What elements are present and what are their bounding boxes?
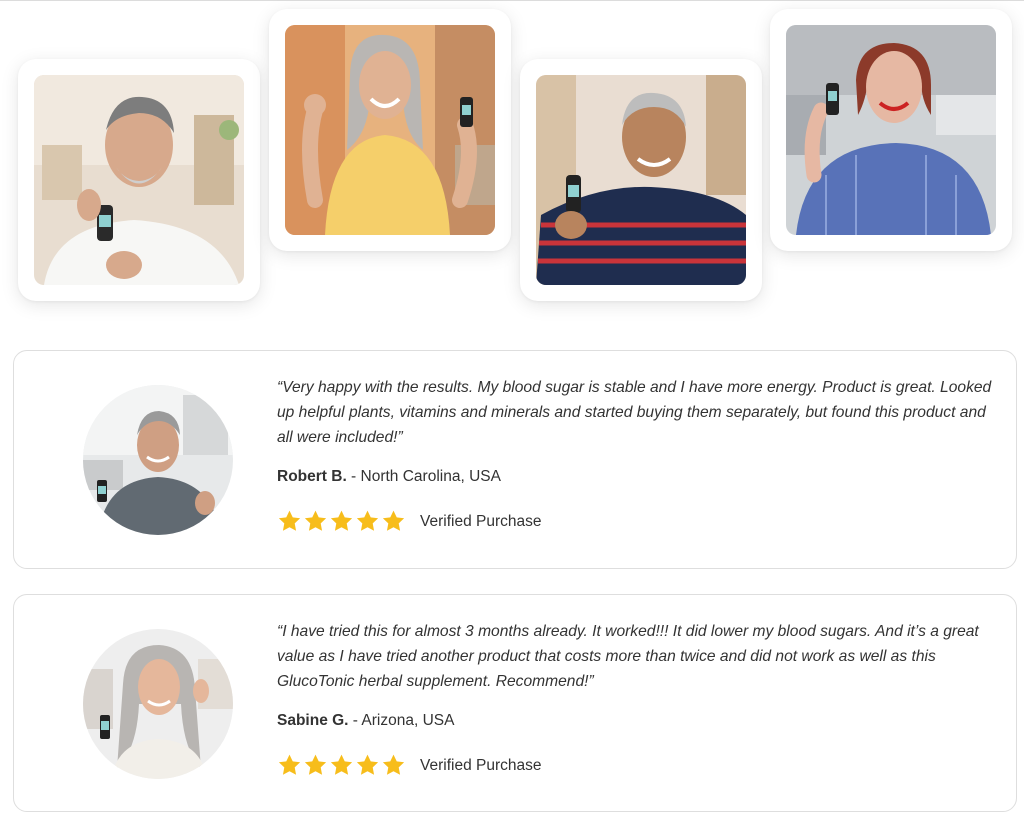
star-rating xyxy=(277,753,406,778)
reviewer-location: - North Carolina, USA xyxy=(346,468,501,485)
reviewer-name: Sabine G. xyxy=(277,712,349,729)
star-rating xyxy=(277,509,406,534)
star-icon xyxy=(278,754,301,775)
customer-photo xyxy=(34,75,244,285)
review-quote: “I have tried this for almost 3 months a… xyxy=(277,623,979,690)
verified-purchase-label: Verified Purchase xyxy=(420,512,542,530)
gallery-photo-frame xyxy=(520,59,762,301)
star-icon xyxy=(278,510,301,531)
star-icon xyxy=(356,510,379,531)
customer-photo xyxy=(285,25,495,235)
star-icon xyxy=(330,754,353,775)
customer-photo xyxy=(786,25,996,235)
verified-purchase-label: Verified Purchase xyxy=(420,756,542,774)
star-icon xyxy=(304,754,327,775)
reviewer-avatar xyxy=(83,385,233,535)
star-icon xyxy=(356,754,379,775)
reviewer-location: - Arizona, USA xyxy=(348,712,455,729)
reviewer-name: Robert B. xyxy=(277,468,347,485)
star-icon xyxy=(382,510,405,531)
reviewer-info: Robert B. - North Carolina, USA xyxy=(277,468,501,486)
star-icon xyxy=(330,510,353,531)
star-icon xyxy=(382,754,405,775)
gallery-photo-frame xyxy=(18,59,260,301)
customer-photo xyxy=(536,75,746,285)
review-quote: “Very happy with the results. My blood s… xyxy=(277,379,992,446)
rating-row: Verified Purchase xyxy=(277,753,542,778)
reviewer-avatar xyxy=(83,629,233,779)
reviewer-info: Sabine G. - Arizona, USA xyxy=(277,712,454,730)
review-card: “I have tried this for almost 3 months a… xyxy=(13,594,1017,812)
rating-row: Verified Purchase xyxy=(277,509,542,534)
star-icon xyxy=(304,510,327,531)
review-card: “Very happy with the results. My blood s… xyxy=(13,350,1017,569)
gallery-photo-frame xyxy=(269,9,511,251)
gallery-photo-frame xyxy=(770,9,1012,251)
